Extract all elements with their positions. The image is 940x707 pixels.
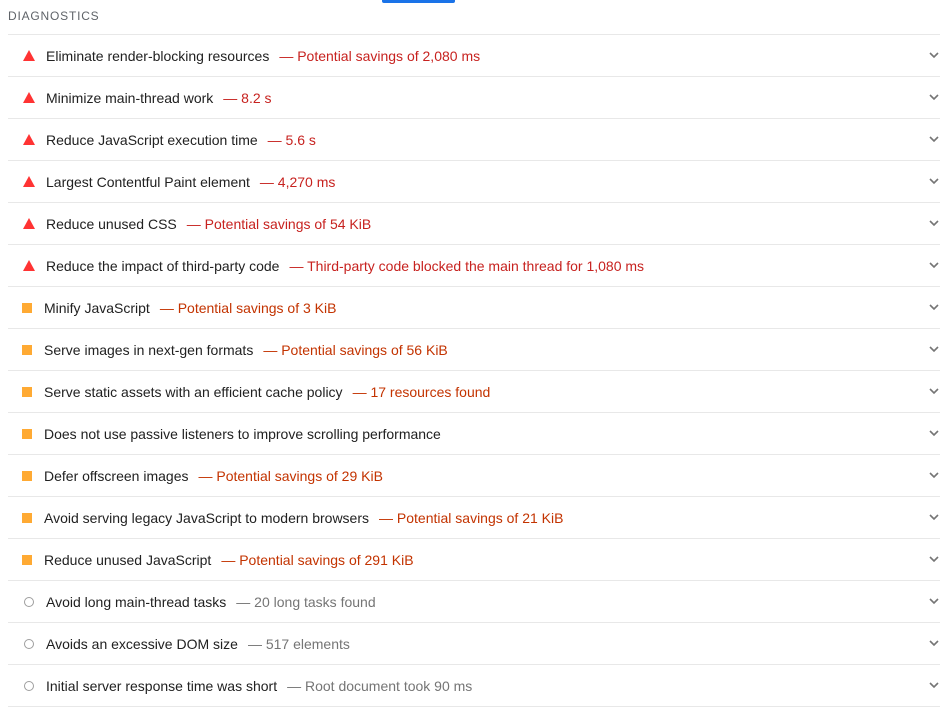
chevron-down-icon[interactable]: [928, 595, 940, 607]
status-icon-wrapper: [8, 554, 46, 565]
audit-row[interactable]: Minify JavaScript — Potential savings of …: [8, 287, 940, 329]
status-icon-wrapper: [8, 176, 46, 187]
audit-title: Serve static assets with an efficient ca…: [44, 383, 343, 400]
fail-triangle-icon: [22, 92, 35, 103]
audit-display-value: — 517 elements: [247, 635, 350, 652]
audit-row[interactable]: Largest Contentful Paint element — 4,270 …: [8, 161, 940, 203]
chevron-down-icon[interactable]: [928, 259, 940, 271]
active-tab-indicator: [382, 0, 455, 3]
status-icon-wrapper: [8, 638, 46, 649]
section-title: DIAGNOSTICS: [8, 9, 100, 23]
audit-title: Reduce JavaScript execution time: [46, 131, 258, 148]
audit-row[interactable]: Initial server response time was short — …: [8, 665, 940, 707]
audit-title: Initial server response time was short: [46, 677, 278, 694]
average-square-icon: [22, 344, 32, 355]
audit-display-value: — 5.6 s: [267, 131, 316, 148]
audit-title: Avoids an excessive DOM size: [46, 635, 238, 652]
status-icon-wrapper: [8, 302, 46, 313]
diagnostics-list: Eliminate render-blocking resources — Pot…: [8, 34, 940, 707]
audit-row[interactable]: Serve static assets with an efficient ca…: [8, 371, 940, 413]
status-icon-wrapper: [8, 680, 46, 691]
audit-row[interactable]: Minimize main-thread work — 8.2 s: [8, 77, 940, 119]
chevron-down-icon[interactable]: [928, 679, 940, 691]
audit-row[interactable]: Avoids an excessive DOM size — 517 elemen…: [8, 623, 940, 665]
fail-triangle-icon: [22, 134, 35, 145]
status-icon-wrapper: [8, 386, 46, 397]
chevron-down-icon[interactable]: [928, 385, 940, 397]
fail-triangle-icon: [22, 50, 35, 61]
audit-row[interactable]: Eliminate render-blocking resources — Pot…: [8, 35, 940, 77]
audit-title: Minimize main-thread work: [46, 89, 214, 106]
status-icon-wrapper: [8, 50, 46, 61]
chevron-down-icon[interactable]: [928, 343, 940, 355]
average-square-icon: [22, 554, 32, 565]
fail-triangle-icon: [22, 218, 35, 229]
status-icon-wrapper: [8, 260, 46, 271]
audit-display-value: — Potential savings of 2,080 ms: [279, 47, 481, 64]
audit-display-value: — Potential savings of 21 KiB: [379, 509, 564, 526]
audit-display-value: — Potential savings of 29 KiB: [198, 467, 383, 484]
audit-title: Largest Contentful Paint element: [46, 173, 250, 190]
average-square-icon: [22, 302, 32, 313]
audit-display-value: — Potential savings of 56 KiB: [263, 341, 448, 358]
audit-row[interactable]: Reduce unused CSS — Potential savings of …: [8, 203, 940, 245]
audit-title: Serve images in next-gen formats: [44, 341, 254, 358]
chevron-down-icon[interactable]: [928, 217, 940, 229]
status-icon-wrapper: [8, 512, 46, 523]
chevron-down-icon[interactable]: [928, 637, 940, 649]
audit-row[interactable]: Avoid serving legacy JavaScript to moder…: [8, 497, 940, 539]
audit-row[interactable]: Reduce unused JavaScript — Potential savi…: [8, 539, 940, 581]
status-icon-wrapper: [8, 344, 46, 355]
audit-title: Avoid long main-thread tasks: [46, 593, 227, 610]
info-circle-icon: [24, 680, 34, 691]
audit-title: Avoid serving legacy JavaScript to moder…: [44, 509, 370, 526]
audit-row[interactable]: Reduce the impact of third-party code — T…: [8, 245, 940, 287]
audit-display-value: — 17 resources found: [352, 383, 491, 400]
audit-title: Defer offscreen images: [44, 467, 189, 484]
info-circle-icon: [24, 596, 34, 607]
audit-display-value: — Potential savings of 3 KiB: [159, 299, 337, 316]
status-icon-wrapper: [8, 92, 46, 103]
chevron-down-icon[interactable]: [928, 49, 940, 61]
average-square-icon: [22, 386, 32, 397]
audit-title: Does not use passive listeners to improv…: [44, 425, 441, 442]
audit-title: Reduce unused CSS: [46, 215, 177, 232]
average-square-icon: [22, 512, 32, 523]
audit-row[interactable]: Serve images in next-gen formats — Potent…: [8, 329, 940, 371]
average-square-icon: [22, 428, 32, 439]
audit-title: Minify JavaScript: [44, 299, 150, 316]
audit-title: Reduce the impact of third-party code: [46, 257, 280, 274]
chevron-down-icon[interactable]: [928, 427, 940, 439]
audit-display-value: — Potential savings of 291 KiB: [221, 551, 414, 568]
chevron-down-icon[interactable]: [928, 301, 940, 313]
chevron-down-icon[interactable]: [928, 469, 940, 481]
fail-triangle-icon: [22, 260, 35, 271]
audit-display-value: — 8.2 s: [223, 89, 272, 106]
audit-row[interactable]: Reduce JavaScript execution time — 5.6 s: [8, 119, 940, 161]
status-icon-wrapper: [8, 470, 46, 481]
audit-title: Eliminate render-blocking resources: [46, 47, 270, 64]
chevron-down-icon[interactable]: [928, 175, 940, 187]
average-square-icon: [22, 470, 32, 481]
info-circle-icon: [24, 638, 34, 649]
status-icon-wrapper: [8, 134, 46, 145]
chevron-down-icon[interactable]: [928, 511, 940, 523]
audit-display-value: — Third-party code blocked the main thre…: [289, 257, 645, 274]
fail-triangle-icon: [22, 176, 35, 187]
audit-title: Reduce unused JavaScript: [44, 551, 212, 568]
audit-display-value: — 4,270 ms: [259, 173, 336, 190]
status-icon-wrapper: [8, 428, 46, 439]
chevron-down-icon[interactable]: [928, 91, 940, 103]
audit-row[interactable]: Does not use passive listeners to improv…: [8, 413, 940, 455]
audit-display-value: — Root document took 90 ms: [287, 677, 473, 694]
chevron-down-icon[interactable]: [928, 553, 940, 565]
chevron-down-icon[interactable]: [928, 133, 940, 145]
audit-display-value: — 20 long tasks found: [236, 593, 376, 610]
status-icon-wrapper: [8, 596, 46, 607]
audit-display-value: — Potential savings of 54 KiB: [186, 215, 372, 232]
status-icon-wrapper: [8, 218, 46, 229]
audit-row[interactable]: Avoid long main-thread tasks — 20 long ta…: [8, 581, 940, 623]
audit-row[interactable]: Defer offscreen images — Potential saving…: [8, 455, 940, 497]
